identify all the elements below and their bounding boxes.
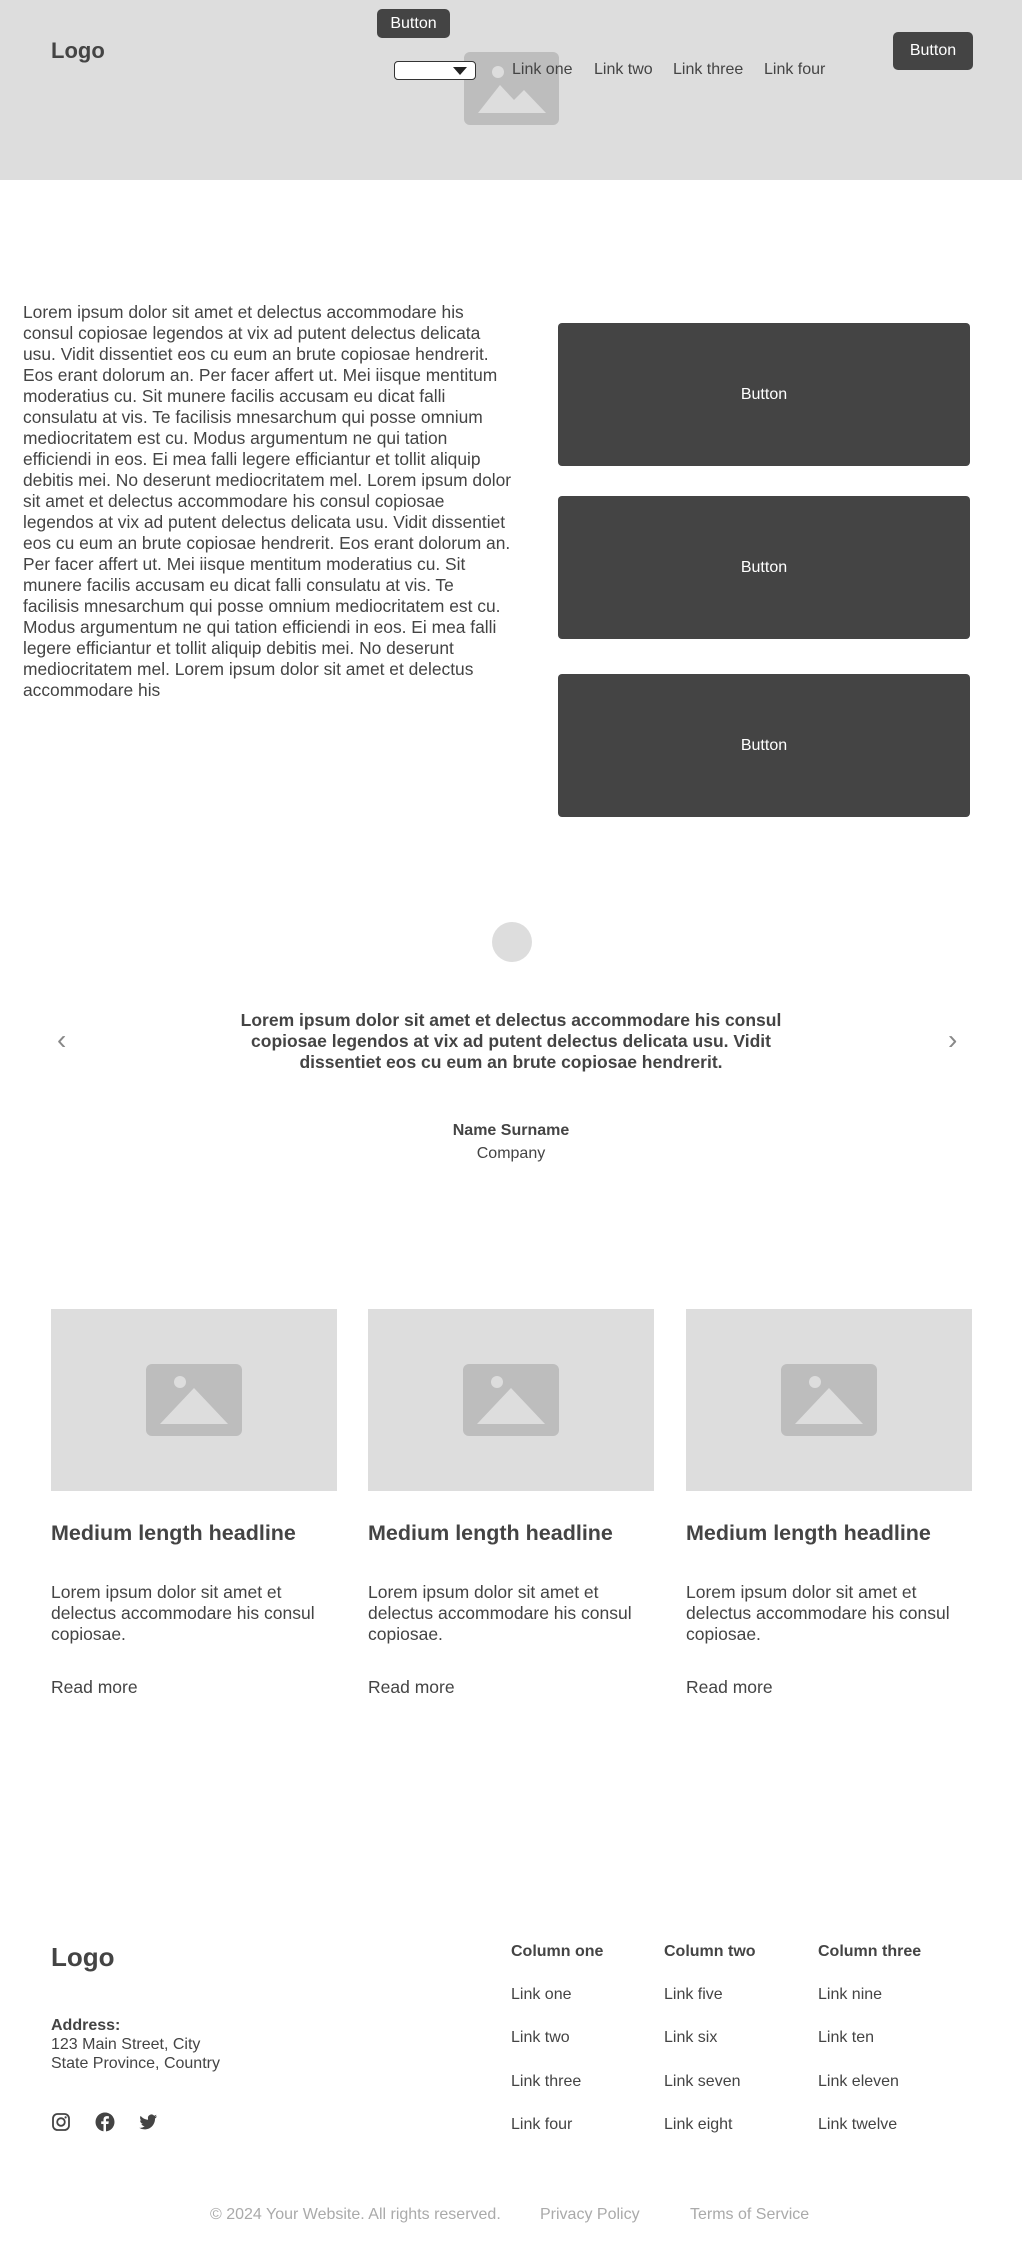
footer-link[interactable]: Link four [511,2116,572,2134]
testimonial-company: Company [476,1145,546,1162]
address-label: Address: [51,2017,121,2034]
header-logo[interactable]: Logo [51,38,105,64]
nav-link-four[interactable]: Link four [764,61,825,79]
content-paragraph: Lorem ipsum dolor sit amet et delectus a… [23,302,512,700]
chevron-down-icon [453,67,467,75]
card-text-3: Lorem ipsum dolor sit amet et delectus a… [686,1582,950,1644]
card-text-1: Lorem ipsum dolor sit amet et delectus a… [51,1582,315,1644]
footer-column-one-heading: Column one [511,1943,604,1960]
nav-link-two[interactable]: Link two [594,61,653,79]
card-title-1: Medium length headline [51,1521,296,1545]
footer-link[interactable]: Link one [511,1986,572,2004]
footer-link[interactable]: Link two [511,2029,570,2047]
card-title-2: Medium length headline [368,1521,613,1545]
footer-logo[interactable]: Logo [51,1942,115,1973]
copyright-text: © 2024 Your Website. All rights reserved… [210,2206,501,2223]
card-image-2 [368,1309,654,1491]
instagram-icon[interactable] [51,2112,71,2132]
address-line-1: 123 Main Street, City [51,2036,201,2053]
testimonial-quote: Lorem ipsum dolor sit amet et delectus a… [240,1010,782,1072]
footer-column-three-heading: Column three [818,1943,922,1960]
image-icon [146,1364,242,1436]
footer-link[interactable]: Link three [511,2073,581,2091]
address-line-2: State Province, Country [51,2055,220,2072]
content-button-3[interactable]: Button [558,674,970,817]
footer-link[interactable]: Link five [664,1986,723,2004]
footer-link[interactable]: Link eight [664,2116,733,2134]
card-image-3 [686,1309,972,1491]
terms-of-service-link[interactable]: Terms of Service [690,2206,809,2224]
testimonial-name: Name Surname [452,1122,570,1139]
footer-link[interactable]: Link seven [664,2073,741,2091]
top-button[interactable]: Button [377,9,450,38]
nav-link-three[interactable]: Link three [673,61,743,79]
facebook-icon[interactable] [95,2112,115,2132]
card-read-more-1[interactable]: Read more [51,1677,138,1698]
chevron-left-icon[interactable]: ‹ [57,1024,66,1056]
card-read-more-3[interactable]: Read more [686,1677,773,1698]
footer-link[interactable]: Link six [664,2029,717,2047]
card-text-2: Lorem ipsum dolor sit amet et delectus a… [368,1582,632,1644]
image-icon [781,1364,877,1436]
footer-column-two-heading: Column two [664,1943,756,1960]
footer-link[interactable]: Link eleven [818,2073,899,2091]
content-button-1[interactable]: Button [558,323,970,466]
footer-link[interactable]: Link twelve [818,2116,897,2134]
nav-link-one[interactable]: Link one [512,61,573,79]
image-icon [463,1364,559,1436]
content-button-2[interactable]: Button [558,496,970,639]
language-select[interactable] [394,61,476,80]
footer-link[interactable]: Link ten [818,2029,874,2047]
card-image-1 [51,1309,337,1491]
avatar [492,922,532,962]
twitter-icon[interactable] [138,2112,158,2132]
chevron-right-icon[interactable]: › [948,1024,957,1056]
privacy-policy-link[interactable]: Privacy Policy [540,2206,640,2224]
card-read-more-2[interactable]: Read more [368,1677,455,1698]
footer-link[interactable]: Link nine [818,1986,882,2004]
card-title-3: Medium length headline [686,1521,931,1545]
header-cta-button[interactable]: Button [893,32,973,70]
